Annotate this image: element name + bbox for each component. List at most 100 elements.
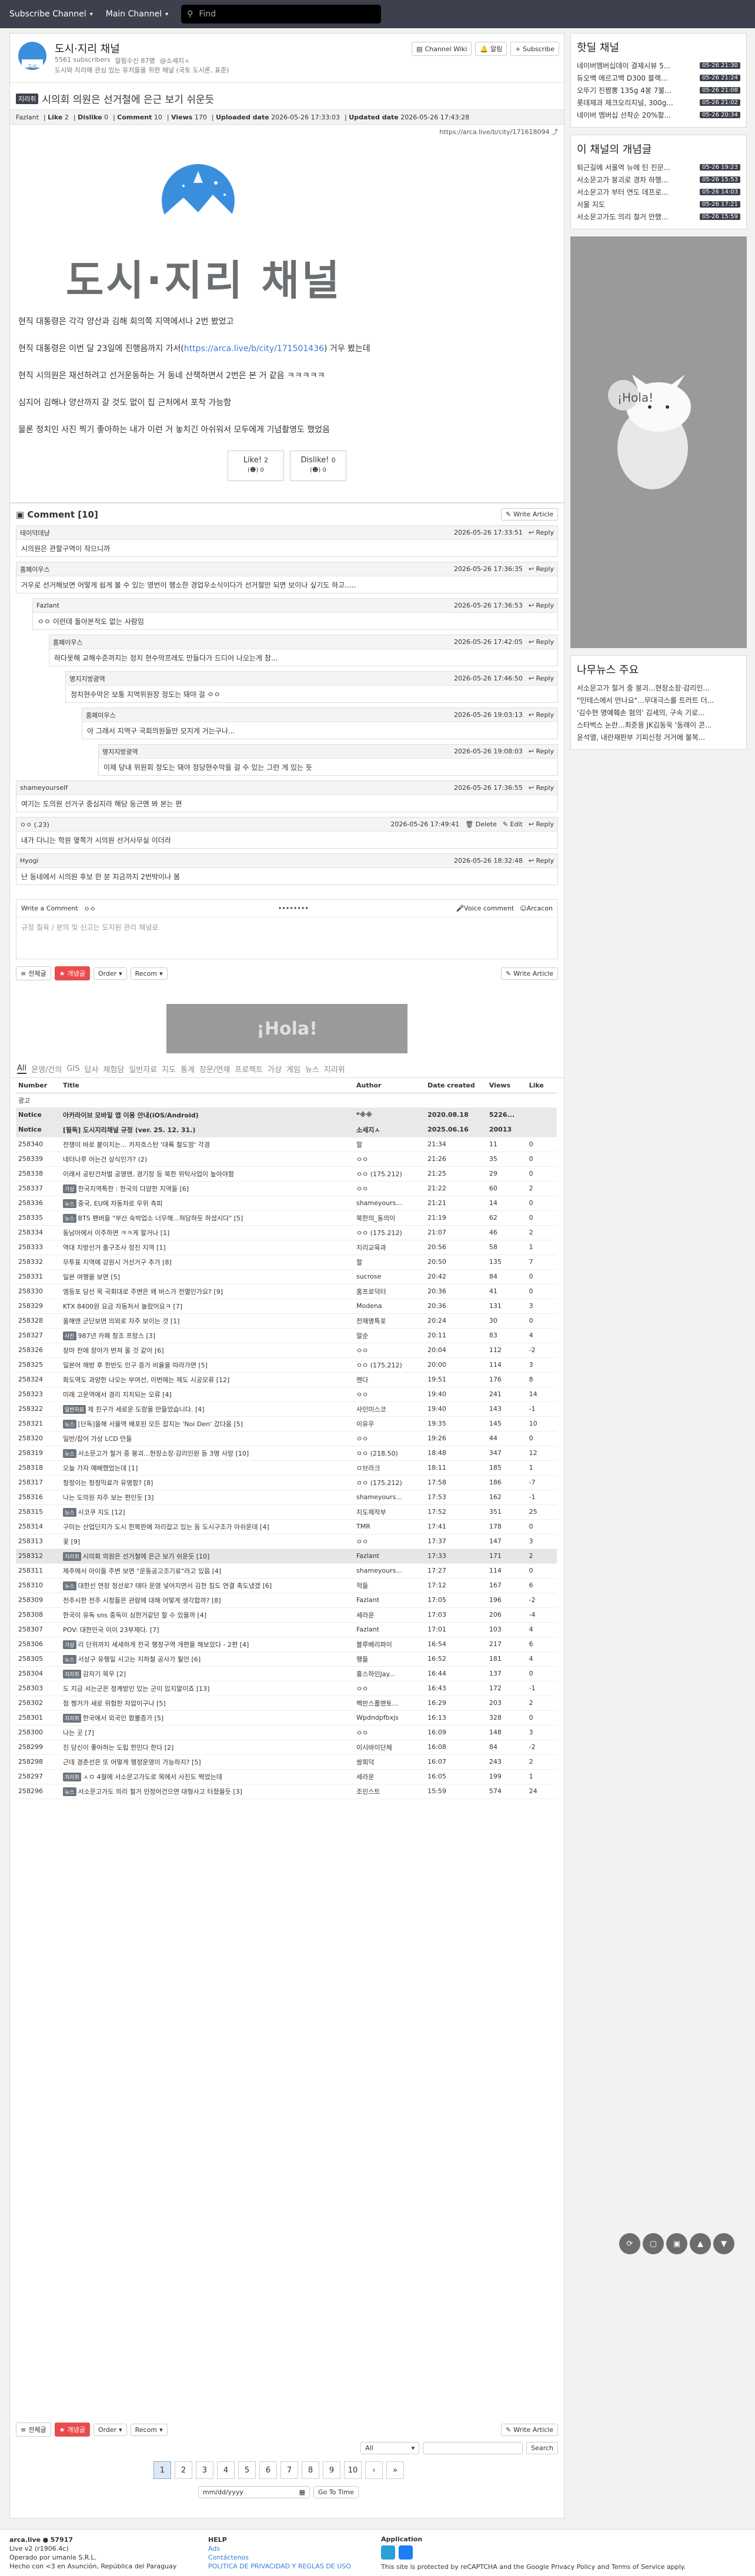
table-row[interactable]: 258339 네터나루 어는건 상식인가? (2) ㅇㅇ 21:26 35 0 bbox=[16, 1152, 557, 1167]
notice-row[interactable]: Notice 아카라이브 모바일 앱 이용 안내(iOS/Android) *※※ 2… bbox=[16, 1107, 557, 1123]
row-title[interactable]: 이래서 공탄건처벌 공영엔, 경기장 등 북한 위탁사업이 높아야함 bbox=[60, 1166, 354, 1182]
table-row[interactable]: 258307 POV: 대한민국 이이 23부제다. [7] Fazlant 17:0… bbox=[16, 1622, 557, 1637]
row-author[interactable]: 행들 bbox=[353, 1651, 426, 1667]
search-input[interactable]: ⚲ Find bbox=[181, 5, 382, 24]
page-7[interactable]: 7 bbox=[280, 2461, 298, 2479]
reply-button[interactable]: ↩ Reply bbox=[529, 529, 554, 536]
row-title[interactable]: 뉴스 서소문고가도 의리 철거 인정어건으면 대형사고 터졌을듯 [3] bbox=[60, 1784, 354, 1799]
row-author[interactable]: ㅇㅇ bbox=[353, 1725, 426, 1740]
row-title[interactable]: 화도역도 과양한 나오는 부여선, 이번에는 제도 시공모류 [12] bbox=[60, 1372, 354, 1387]
comment-textarea[interactable]: 규정 칠육 / 분의 및 신고는 도지원 관리 채널로 bbox=[16, 917, 557, 937]
table-row[interactable]: 258302 점 쩡거가 새로 위험한 자압이구나 [5] 벡반스폴맨토... 16:… bbox=[16, 1696, 557, 1711]
table-row[interactable]: 258313 꽃 [9] ㅇㅇ 17:37 147 3 bbox=[16, 1534, 557, 1549]
table-row[interactable]: 258340 전쟁이 바로 붙이지는... 카자흐스탄 '대륙 철도망' 각경 할 2… bbox=[16, 1137, 557, 1152]
banner-ad[interactable]: ¡Hola! bbox=[166, 1004, 407, 1053]
row-title[interactable]: 점 쩡거가 새로 위험한 자압이구나 [5] bbox=[60, 1696, 354, 1711]
article-author[interactable]: Fazlant bbox=[16, 114, 39, 121]
table-row[interactable]: 258306 가상 리 단위까지 세세하게 전국 행정구역 개편을 해보았다 - 2… bbox=[16, 1637, 557, 1652]
write-article-button[interactable]: ✎ Write Article bbox=[500, 2423, 558, 2436]
table-row[interactable]: 258338 이래서 공탄건처벌 공영엔, 경기장 등 북한 위탁사업이 높아야함… bbox=[16, 1166, 557, 1182]
page-6[interactable]: 6 bbox=[259, 2461, 277, 2479]
row-title[interactable]: 뉴스 시코쿠 지도 [12] bbox=[60, 1504, 354, 1520]
tab-8[interactable]: 장문/연재 bbox=[199, 1063, 230, 1075]
row-title[interactable]: KTX 8400원 요금 자동처서 놀랐어요ㅋ [7] bbox=[60, 1299, 354, 1314]
like-button[interactable]: Like! 2 (☻) 0 bbox=[228, 451, 284, 481]
row-author[interactable]: ㅇㅇ (175.212) bbox=[353, 1225, 426, 1240]
row-author[interactable]: 할 bbox=[353, 1137, 426, 1152]
row-author[interactable]: Fazlant bbox=[353, 1593, 426, 1608]
news-item[interactable]: 스타벅스 논란...최준용 JK김동욱 '동래이 콘... bbox=[577, 719, 740, 731]
recom-select[interactable]: Recom ▾ bbox=[130, 2423, 168, 2436]
row-author[interactable]: ㅇㅇ bbox=[353, 1681, 426, 1696]
row-author[interactable]: TMR bbox=[353, 1519, 426, 1534]
last-page-icon[interactable]: » bbox=[386, 2461, 404, 2479]
row-title[interactable]: 나는 곳 [7] bbox=[60, 1725, 354, 1740]
table-row[interactable]: 258330 엠등포 당선 목 국회대로 주변은 왜 버스가 전멸인가요? [9]… bbox=[16, 1284, 557, 1299]
row-author[interactable]: 조인스트 bbox=[353, 1784, 426, 1799]
comment-author[interactable]: ㅇㅇ (.23) bbox=[20, 820, 49, 829]
row-title[interactable]: 사진 987년 카페 창조 프랑스 [3] bbox=[60, 1328, 354, 1343]
edit-button[interactable]: ✎ Edit bbox=[503, 820, 523, 828]
channel-name[interactable]: 도시·지리 채널 bbox=[55, 41, 120, 56]
row-author[interactable]: 블루베리파이 bbox=[353, 1637, 426, 1652]
table-row[interactable]: 258329 KTX 8400원 요금 자동처서 놀랐어요ㅋ [7] Modena 2… bbox=[16, 1299, 557, 1314]
row-author[interactable]: 지도제작부 bbox=[353, 1504, 426, 1520]
table-row[interactable]: 258322 일반자료 제 친구가 세로운 도랑을 만들었습니다. [4] 사인미스코… bbox=[16, 1402, 557, 1417]
row-author[interactable]: sucrose bbox=[353, 1269, 426, 1284]
comment-author[interactable]: 명지지방광역 bbox=[69, 674, 105, 683]
article-link[interactable]: https://arca.live/b/city/171501436 bbox=[184, 344, 324, 353]
best-item[interactable]: 서소문고가 부터 연도 데프로... 05-26 14:03 bbox=[577, 186, 740, 198]
news-item[interactable]: 윤석열, 내란재판부 기피신청 거거에 불복... bbox=[577, 731, 740, 743]
table-row[interactable]: 258312 지리취 시의회 의원은 선거철에 은근 보기 쉬운듯 [10] Fazl… bbox=[16, 1549, 557, 1564]
row-title[interactable]: 일본 여행을 보면 [5] bbox=[60, 1269, 354, 1284]
page-10[interactable]: 10 bbox=[344, 2461, 362, 2479]
row-title[interactable]: 일본어 해방 후 한반도 인구 증가 비율을 따라가면 [5] bbox=[60, 1357, 354, 1373]
row-title[interactable]: 전주시한 전주 시청들은 관람에 대해 어떻게 생각합까? [8] bbox=[60, 1593, 354, 1608]
table-row[interactable]: 258328 올해엔 군단보면 의외로 자주 보이는 것 [1] 전재명특포 20:2… bbox=[16, 1313, 557, 1329]
row-author[interactable]: 지리교육과 bbox=[353, 1240, 426, 1255]
all-articles-button[interactable]: ≡ 전체글 bbox=[16, 966, 51, 980]
row-title[interactable]: 뉴스 서상구 유행일 시고는 지하철 공사가 될언 [6] bbox=[60, 1651, 354, 1667]
comment-author[interactable]: 테이덕데냥 bbox=[20, 528, 50, 538]
help-link[interactable]: Contáctenos bbox=[208, 2553, 351, 2562]
page-9[interactable]: 9 bbox=[323, 2461, 340, 2479]
page-2[interactable]: 2 bbox=[175, 2461, 192, 2479]
subscribe-channel-menu[interactable]: Subscribe Channel ▾ bbox=[9, 9, 93, 19]
row-title[interactable]: 뉴스 [단독]올해 서울역 배포된 모든 잡지는 'Noi Den' 갔다옴 [5… bbox=[60, 1416, 354, 1432]
hotdeal-item[interactable]: 롯데제과 제크오리지널, 300g... 05-26 21:02 bbox=[577, 96, 740, 109]
comment-author[interactable]: 홈페이우스 bbox=[86, 710, 116, 720]
table-row[interactable]: 258316 나는 도의원 자주 보는 편인듯 [3] shameyours... 1… bbox=[16, 1490, 557, 1505]
reply-button[interactable]: ↩ Reply bbox=[529, 784, 554, 792]
row-title[interactable]: 장마 전에 장아가 번져 올 것 같아 [6] bbox=[60, 1343, 354, 1358]
table-row[interactable]: 258325 일본어 해방 후 한반도 인구 증가 비율을 따라가면 [5] ㅇㅇ … bbox=[16, 1357, 557, 1373]
sidebar-ad[interactable]: ¡Hola! bbox=[570, 236, 747, 648]
tab-0[interactable]: All bbox=[17, 1064, 27, 1074]
row-author[interactable]: ㅇㅇ (175.212) bbox=[353, 1357, 426, 1373]
table-row[interactable]: 258318 오늘 가자 예배했었는데 [1] ㅁ브라크 18:11 185 1 bbox=[16, 1460, 557, 1476]
row-title[interactable]: 역대 지방선거 출구조사 정진 지역 [1] bbox=[60, 1240, 354, 1255]
reply-button[interactable]: ↩ Reply bbox=[529, 748, 554, 755]
tab-10[interactable]: 가상 bbox=[268, 1063, 282, 1075]
best-item[interactable]: 서소문고가 붕괴로 경차 하행... 05-26 15:53 bbox=[577, 173, 740, 186]
row-title[interactable]: 도 지금 서는군은 정계방인 있는 군이 있지말이죠 [13] bbox=[60, 1681, 354, 1696]
row-author[interactable]: 세라운 bbox=[353, 1769, 426, 1784]
table-row[interactable]: 258320 일반/잡어 가상 LCD 만들 ㅇㅇ 19:26 44 0 bbox=[16, 1431, 557, 1446]
tab-12[interactable]: 뉴스 bbox=[305, 1063, 319, 1075]
best-item[interactable]: 퇴근길에 서울역 뉴에 틴 진문... 05-26 19:23 bbox=[577, 161, 740, 173]
share-icon[interactable]: ⤴ bbox=[552, 128, 558, 136]
help-link[interactable]: Ads bbox=[208, 2544, 351, 2553]
row-author[interactable]: ㅇㅇ bbox=[353, 1387, 426, 1402]
row-title[interactable]: 청정이는 청정믹료가 유명함? [8] bbox=[60, 1475, 354, 1490]
tab-7[interactable]: 통계 bbox=[181, 1063, 195, 1075]
reply-button[interactable]: ↩ Reply bbox=[529, 857, 554, 865]
table-row[interactable]: 258321 뉴스 [단독]올해 서울역 배포된 모든 잡지는 'Noi Den' … bbox=[16, 1416, 557, 1432]
comment-author[interactable]: Fazlant bbox=[36, 602, 59, 609]
row-title[interactable]: 꽃 [9] bbox=[60, 1534, 354, 1549]
write-article-button[interactable]: ✎ Write Article bbox=[500, 508, 558, 520]
row-title[interactable]: 가상 한국지역특한 : 한국의 다양한 지역들 [6] bbox=[60, 1181, 354, 1196]
row-author[interactable]: 쌍회덕 bbox=[353, 1754, 426, 1770]
row-title[interactable]: 뉴스 서소문고가 철거 중 붕괴...현장소장·감리인원 등 3명 사망 [10] bbox=[60, 1446, 354, 1461]
alert-button[interactable]: 🔔 알림 bbox=[475, 42, 507, 56]
page-4[interactable]: 4 bbox=[217, 2461, 235, 2479]
row-author[interactable]: ㅇㅇ bbox=[353, 1534, 426, 1549]
